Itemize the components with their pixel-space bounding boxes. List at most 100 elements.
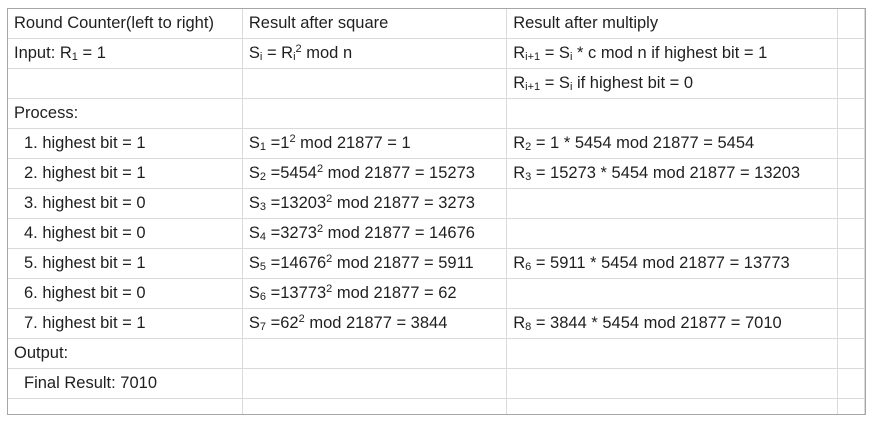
grid-table: Round Counter(left to right) Result afte… bbox=[8, 9, 865, 414]
square-result-cell[interactable]: S6 =137732 mod 21877 = 62 bbox=[242, 278, 508, 309]
round-row: 2. highest bit = 1 S2 =54542 mod 21877 = … bbox=[8, 158, 865, 189]
spreadsheet: Round Counter(left to right) Result afte… bbox=[7, 8, 866, 415]
round-cell[interactable]: 1. highest bit = 1 bbox=[8, 128, 243, 159]
round-row: 5. highest bit = 1 S5 =146762 mod 21877 =… bbox=[8, 248, 865, 279]
square-part: =62 bbox=[266, 314, 299, 332]
empty-cell[interactable] bbox=[837, 9, 865, 39]
input-cell[interactable]: Input: R1 = 1 bbox=[8, 38, 243, 69]
empty-cell[interactable] bbox=[837, 68, 865, 99]
round-cell[interactable]: 4. highest bit = 0 bbox=[8, 218, 243, 249]
multiply-part: = 3844 * 5454 mod 21877 = 7010 bbox=[531, 314, 782, 332]
square-part: S bbox=[248, 284, 260, 302]
empty-cell[interactable] bbox=[8, 68, 243, 99]
input-row: Input: R1 = 1 Si = Ri2 mod n Ri+1 = Si *… bbox=[8, 38, 865, 69]
formula-text: R bbox=[513, 44, 526, 62]
multiply-result-cell[interactable]: R3 = 15273 * 5454 mod 21877 = 13203 bbox=[506, 158, 839, 189]
empty-cell[interactable] bbox=[506, 338, 839, 369]
square-part: mod 21877 = 3273 bbox=[332, 194, 475, 212]
square-result-cell[interactable]: S1 =12 mod 21877 = 1 bbox=[242, 128, 508, 159]
multiply-result-cell[interactable]: R2 = 1 * 5454 mod 21877 = 5454 bbox=[506, 128, 839, 159]
multiply-part: R bbox=[513, 314, 526, 332]
header-round[interactable]: Round Counter(left to right) bbox=[8, 9, 243, 39]
multiply-result-cell[interactable]: R8 = 3844 * 5454 mod 21877 = 7010 bbox=[506, 308, 839, 339]
multiply-result-cell[interactable]: R6 = 5911 * 5454 mod 21877 = 13773 bbox=[506, 248, 839, 279]
round-row: 7. highest bit = 1 S7 =622 mod 21877 = 38… bbox=[8, 308, 865, 339]
square-result-cell[interactable]: S7 =622 mod 21877 = 3844 bbox=[242, 308, 508, 339]
empty-cell[interactable] bbox=[837, 38, 865, 69]
multiply-result-cell[interactable] bbox=[506, 188, 839, 219]
square-part: mod 21877 = 1 bbox=[295, 134, 411, 152]
empty-cell[interactable] bbox=[506, 98, 839, 129]
round-row: 6. highest bit = 0 S6 =137732 mod 21877 =… bbox=[8, 278, 865, 309]
square-part: =1 bbox=[266, 134, 290, 152]
multiply-formula-cell-1[interactable]: Ri+1 = Si * c mod n if highest bit = 1 bbox=[506, 38, 839, 69]
empty-cell[interactable] bbox=[242, 68, 508, 99]
formula-row-2: Ri+1 = Si if highest bit = 0 bbox=[8, 68, 865, 99]
formula-sub: i+1 bbox=[525, 81, 541, 93]
empty-cell[interactable] bbox=[837, 248, 865, 279]
empty-cell[interactable] bbox=[837, 308, 865, 339]
formula-text: mod n bbox=[301, 44, 353, 62]
output-row: Output: bbox=[8, 338, 865, 369]
round-row: 1. highest bit = 1 S1 =12 mod 21877 = 1 R2… bbox=[8, 128, 865, 159]
round-cell[interactable]: 6. highest bit = 0 bbox=[8, 278, 243, 309]
square-part: =3273 bbox=[266, 224, 317, 242]
formula-text: if highest bit = 0 bbox=[572, 74, 694, 92]
formula-text: = S bbox=[540, 44, 570, 62]
empty-cell[interactable] bbox=[837, 218, 865, 249]
empty-cell[interactable] bbox=[506, 368, 839, 399]
formula-text: = R bbox=[262, 44, 294, 62]
square-result-cell[interactable]: S3 =132032 mod 21877 = 3273 bbox=[242, 188, 508, 219]
multiply-part: R bbox=[513, 134, 526, 152]
square-part: =5454 bbox=[266, 164, 317, 182]
formula-text: R bbox=[513, 74, 526, 92]
square-part: mod 21877 = 15273 bbox=[323, 164, 475, 182]
multiply-part: = 1 * 5454 mod 21877 = 5454 bbox=[531, 134, 755, 152]
empty-cell[interactable] bbox=[242, 368, 508, 399]
square-result-cell[interactable]: S5 =146762 mod 21877 = 5911 bbox=[242, 248, 508, 279]
empty-cell[interactable] bbox=[837, 128, 865, 159]
empty-cell[interactable] bbox=[837, 398, 865, 414]
square-part: =14676 bbox=[266, 254, 327, 272]
round-cell[interactable]: 3. highest bit = 0 bbox=[8, 188, 243, 219]
round-cell[interactable]: 2. highest bit = 1 bbox=[8, 158, 243, 189]
square-part: S bbox=[248, 164, 260, 182]
empty-cell[interactable] bbox=[8, 398, 243, 414]
round-cell[interactable]: 7. highest bit = 1 bbox=[8, 308, 243, 339]
square-part: =13203 bbox=[266, 194, 327, 212]
multiply-part: = 15273 * 5454 mod 21877 = 13203 bbox=[531, 164, 801, 182]
multiply-part: R bbox=[513, 254, 526, 272]
process-label[interactable]: Process: bbox=[8, 98, 243, 129]
process-row: Process: bbox=[8, 98, 865, 129]
empty-cell[interactable] bbox=[242, 98, 508, 129]
blank-row bbox=[8, 398, 865, 414]
square-formula-cell[interactable]: Si = Ri2 mod n bbox=[242, 38, 508, 69]
square-result-cell[interactable]: S4 =32732 mod 21877 = 14676 bbox=[242, 218, 508, 249]
empty-cell[interactable] bbox=[837, 338, 865, 369]
empty-cell[interactable] bbox=[837, 158, 865, 189]
multiply-result-cell[interactable] bbox=[506, 218, 839, 249]
empty-cell[interactable] bbox=[506, 398, 839, 414]
empty-cell[interactable] bbox=[242, 398, 508, 414]
square-part: S bbox=[248, 314, 260, 332]
formula-text: * c mod n if highest bit = 1 bbox=[572, 44, 768, 62]
empty-cell[interactable] bbox=[837, 368, 865, 399]
square-part: S bbox=[248, 194, 260, 212]
final-result[interactable]: Final Result: 7010 bbox=[8, 368, 243, 399]
empty-cell[interactable] bbox=[242, 338, 508, 369]
multiply-part: R bbox=[513, 164, 526, 182]
empty-cell[interactable] bbox=[837, 98, 865, 129]
empty-cell[interactable] bbox=[837, 188, 865, 219]
round-cell[interactable]: 5. highest bit = 1 bbox=[8, 248, 243, 279]
final-result-row: Final Result: 7010 bbox=[8, 368, 865, 399]
input-label: Input: R bbox=[14, 44, 72, 62]
multiply-part: = 5911 * 5454 mod 21877 = 13773 bbox=[531, 254, 790, 272]
multiply-formula-cell-2[interactable]: Ri+1 = Si if highest bit = 0 bbox=[506, 68, 839, 99]
square-part: mod 21877 = 62 bbox=[332, 284, 457, 302]
header-multiply[interactable]: Result after multiply bbox=[506, 9, 839, 39]
output-label[interactable]: Output: bbox=[8, 338, 243, 369]
multiply-result-cell[interactable] bbox=[506, 278, 839, 309]
empty-cell[interactable] bbox=[837, 278, 865, 309]
header-square[interactable]: Result after square bbox=[242, 9, 508, 39]
square-result-cell[interactable]: S2 =54542 mod 21877 = 15273 bbox=[242, 158, 508, 189]
